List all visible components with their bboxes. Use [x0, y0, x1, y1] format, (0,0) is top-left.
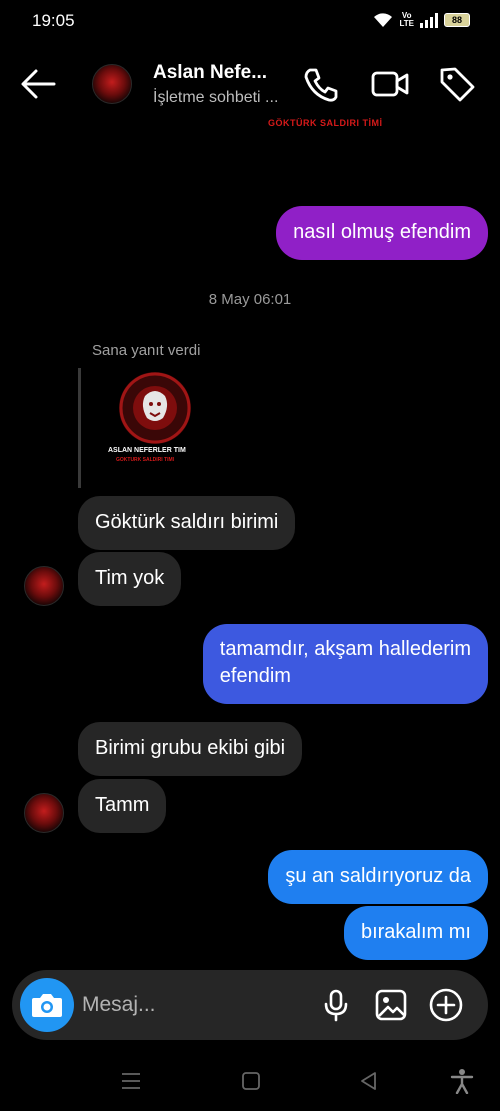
message-text: Birimi grubu ekibi gibi [95, 737, 286, 759]
reply-bar [78, 368, 81, 488]
home-icon[interactable] [240, 1070, 262, 1092]
status-bar: 19:05 Vo LTE 88 [0, 0, 500, 44]
logo-name: ASLAN NEFERLER TIM [108, 447, 186, 454]
message-text: nasıl olmuş efendim [293, 221, 471, 243]
arrow-left-icon[interactable] [18, 66, 58, 102]
message-incoming[interactable]: Birimi grubu ekibi gibi [78, 722, 303, 776]
phone-icon[interactable] [300, 64, 340, 104]
message-text: şu an saldırıyoruz da [285, 865, 471, 887]
reply-label: Sana yanıt verdi [92, 342, 201, 359]
system-nav-bar [0, 1058, 500, 1111]
back-triangle-icon[interactable] [358, 1070, 380, 1092]
volte-icon: Vo LTE [399, 11, 414, 28]
message-text: Tamm [95, 794, 150, 816]
accessibility-icon[interactable] [450, 1068, 474, 1094]
battery-icon: 88 [444, 13, 470, 27]
message-text: tamamdır, akşam hallederim [219, 638, 471, 660]
message-outgoing[interactable]: şu an saldırıyoruz da [268, 850, 488, 904]
microphone-icon[interactable] [318, 987, 354, 1023]
chat-title[interactable]: Aslan Nefe... [153, 62, 267, 84]
signal-icon [420, 12, 438, 28]
message-input[interactable] [82, 988, 302, 1022]
tag-icon[interactable] [437, 64, 477, 104]
message-outgoing[interactable]: nasıl olmuş efendim [276, 206, 488, 260]
message-text: Tim yok [95, 567, 165, 589]
message-incoming[interactable]: Göktürk saldırı birimi [78, 496, 296, 550]
message-timestamp: 8 May 06:01 [208, 291, 292, 308]
menu-icon[interactable] [120, 1070, 142, 1092]
message-text: bırakalım mı [360, 921, 471, 943]
wifi-icon [374, 13, 393, 27]
reply-image[interactable]: ASLAN NEFERLER TIM GOKTURK SALDIRI TIMI [100, 368, 210, 468]
message-text: Göktürk saldırı birimi [95, 511, 279, 533]
avatar[interactable] [92, 64, 132, 104]
message-incoming[interactable]: Tim yok [78, 552, 182, 606]
logo-subname: GOKTURK SALDIRI TIMI [116, 457, 175, 463]
banner-text: GÖKTÜRK SALDIRI TİMİ [268, 118, 383, 128]
avatar[interactable] [24, 566, 64, 606]
message-incoming[interactable]: Tamm [78, 779, 167, 833]
message-outgoing[interactable]: tamamdır, akşam hallederim efendim [202, 624, 488, 704]
message-composer [12, 970, 488, 1040]
status-icons: Vo LTE 88 [373, 12, 470, 28]
avatar[interactable] [24, 793, 64, 833]
status-time: 19:05 [32, 11, 75, 30]
camera-icon [32, 994, 62, 1017]
message-text: efendim [219, 665, 291, 687]
video-camera-icon[interactable] [370, 64, 410, 104]
chat-subtitle[interactable]: İşletme sohbeti ... [153, 89, 278, 107]
image-icon[interactable] [373, 987, 409, 1023]
camera-button[interactable] [20, 978, 74, 1032]
plus-circle-icon[interactable] [428, 987, 464, 1023]
message-outgoing[interactable]: bırakalım mı [343, 906, 488, 960]
